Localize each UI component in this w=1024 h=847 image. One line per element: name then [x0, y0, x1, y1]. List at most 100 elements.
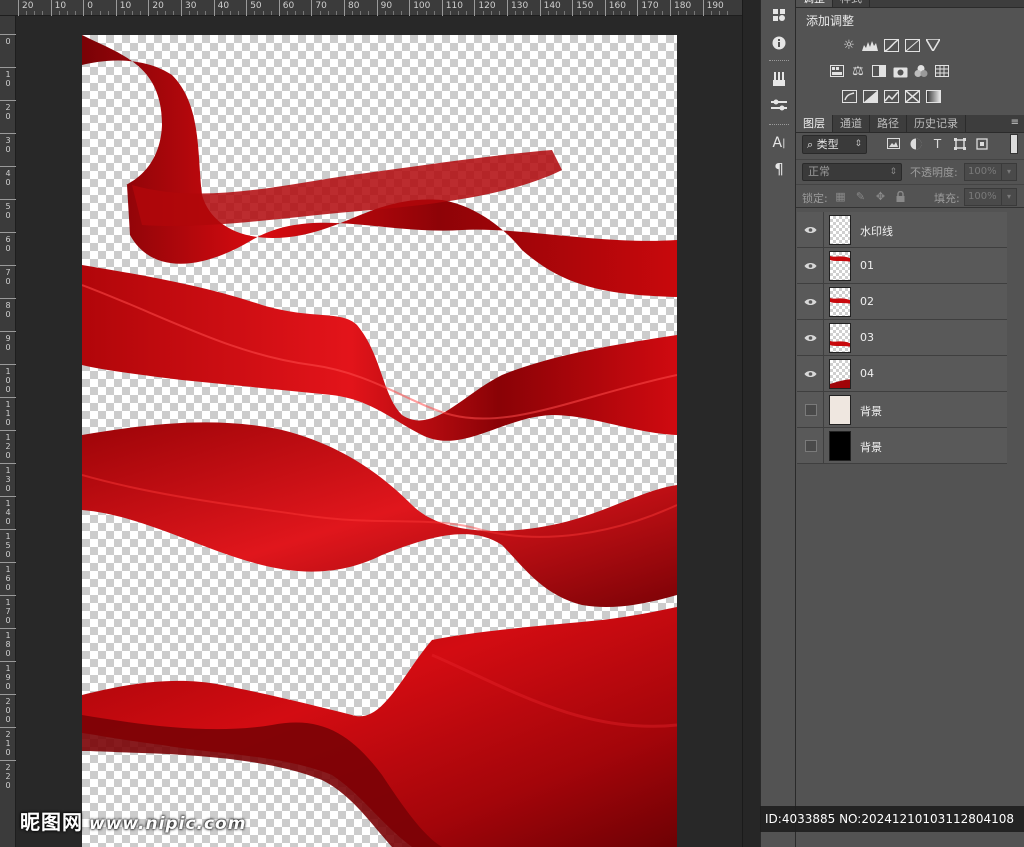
ruler-tick-label: 20: [5, 103, 11, 121]
layer-row[interactable]: 水印线: [797, 212, 1007, 248]
selective-color-icon[interactable]: [903, 87, 921, 105]
swatches-icon[interactable]: [768, 4, 790, 26]
exposure-icon[interactable]: [903, 36, 921, 54]
panel-menu-icon[interactable]: ≡: [1006, 0, 1024, 7]
brush-settings-icon[interactable]: [768, 94, 790, 116]
fill-input[interactable]: 100%: [964, 188, 1002, 206]
lock-all-icon[interactable]: [894, 190, 907, 203]
eye-icon[interactable]: [802, 366, 818, 382]
brush-presets-icon[interactable]: [768, 68, 790, 90]
fill-dropdown-icon[interactable]: ▾: [1001, 188, 1017, 206]
info-icon[interactable]: [768, 32, 790, 54]
dock-grip[interactable]: [769, 124, 789, 127]
tab-history[interactable]: 历史记录: [907, 115, 966, 132]
invert-icon[interactable]: [840, 87, 858, 105]
character-icon[interactable]: A |: [768, 132, 790, 154]
photo-filter-icon[interactable]: [891, 62, 909, 80]
blend-mode-select[interactable]: 正常 ⇕: [802, 163, 902, 181]
ruler-tick: 130: [0, 463, 16, 493]
ruler-minor-tick: [360, 11, 362, 15]
eye-icon[interactable]: [802, 294, 818, 310]
color-lookup-icon[interactable]: [933, 62, 951, 80]
lock-pixels-icon[interactable]: ✎: [854, 190, 867, 203]
horizontal-ruler[interactable]: 20 10 0 10 20 30 40 50 60 70 80 90 100 110 120 130 140 15…: [0, 0, 742, 16]
layer-filter-select[interactable]: ⌕ 类型 ⇕: [802, 135, 867, 154]
curves-icon[interactable]: [882, 36, 900, 54]
ruler-minor-tick: [99, 11, 101, 15]
panel-dock: A | ¶: [760, 0, 796, 847]
black-white-icon[interactable]: [870, 62, 888, 80]
gradient-map-icon[interactable]: [924, 87, 942, 105]
opacity-dropdown-icon[interactable]: ▾: [1001, 163, 1017, 181]
ruler-tick-label: 40: [5, 169, 11, 187]
layer-row[interactable]: 03: [797, 320, 1007, 356]
ruler-minor-tick: [612, 11, 614, 15]
adjustment-layer-filter-icon[interactable]: [908, 136, 923, 151]
shape-layer-filter-icon[interactable]: [952, 136, 967, 151]
tab-styles[interactable]: 样式: [833, 0, 870, 7]
paragraph-icon[interactable]: ¶: [768, 158, 790, 180]
tab-layers[interactable]: 图层: [796, 115, 833, 132]
ruler-tick-label: 190: [706, 1, 724, 11]
posterize-icon[interactable]: [861, 87, 879, 105]
threshold-icon[interactable]: [882, 87, 900, 105]
ruler-minor-tick: [254, 11, 256, 15]
smart-object-filter-icon[interactable]: [974, 136, 989, 151]
layer-row[interactable]: 01: [797, 248, 1007, 284]
layer-divider: [823, 392, 824, 428]
layer-row[interactable]: 背景: [797, 392, 1007, 428]
type-layer-filter-icon[interactable]: T: [930, 136, 945, 151]
pixel-layer-filter-icon[interactable]: [886, 136, 901, 151]
document-workspace[interactable]: [17, 17, 742, 847]
layer-row[interactable]: 02: [797, 284, 1007, 320]
eye-icon[interactable]: [802, 258, 818, 274]
brightness-contrast-icon[interactable]: ☼: [840, 36, 858, 54]
ruler-tick-label: 30: [5, 136, 11, 154]
opacity-input[interactable]: 100%: [964, 163, 1002, 181]
dock-grip[interactable]: [769, 60, 789, 63]
visibility-checkbox[interactable]: [805, 404, 817, 416]
ruler-tick-label: 80: [5, 301, 11, 319]
channel-mixer-icon[interactable]: [912, 62, 930, 80]
eye-icon[interactable]: [802, 222, 818, 238]
tab-adjustments[interactable]: 调整: [796, 0, 833, 7]
layers-panel-menu-icon[interactable]: ≡: [1006, 115, 1024, 132]
ribbon-01: [82, 35, 677, 297]
ruler-minor-tick: [384, 11, 386, 15]
layer-row[interactable]: 背景: [797, 428, 1007, 464]
lock-position-icon[interactable]: ✥: [874, 190, 887, 203]
ruler-minor-tick: [515, 11, 517, 15]
vibrance-icon[interactable]: [924, 36, 942, 54]
ruler-minor-tick: [629, 11, 631, 15]
filter-toggle-switch[interactable]: [1010, 134, 1018, 154]
ruler-tick: 20: [148, 0, 164, 16]
layer-row[interactable]: 04: [797, 356, 1007, 392]
ruler-minor-tick: [238, 11, 240, 15]
vertical-ruler[interactable]: 0 10 20 30 40 50 60 70 80 90 100 110 120 130 140 150 160…: [0, 16, 16, 847]
document-canvas[interactable]: [82, 35, 677, 847]
ruler-tick: 10: [0, 67, 16, 88]
color-balance-icon[interactable]: ⚖: [849, 62, 867, 80]
ruler-tick-label: 210: [5, 730, 11, 757]
ruler-minor-tick: [156, 11, 158, 15]
tab-paths[interactable]: 路径: [870, 115, 907, 132]
ruler-tick: 60: [278, 0, 294, 16]
ruler-minor-tick: [262, 11, 264, 15]
levels-icon[interactable]: [861, 36, 879, 54]
tab-channels[interactable]: 通道: [833, 115, 870, 132]
eye-icon[interactable]: [802, 330, 818, 346]
hue-saturation-icon[interactable]: [828, 62, 846, 80]
ruler-minor-tick: [319, 11, 321, 15]
lock-transparency-icon[interactable]: ▦: [834, 190, 847, 203]
ruler-minor-tick: [401, 11, 403, 15]
ruler-tick: 70: [311, 0, 327, 16]
canvas-scrollbar[interactable]: [742, 0, 760, 847]
layer-name: 04: [860, 367, 874, 380]
ruler-tick: 30: [0, 133, 16, 154]
visibility-checkbox[interactable]: [805, 440, 817, 452]
ruler-minor-tick: [523, 11, 525, 15]
ruler-tick: 40: [213, 0, 229, 16]
ruler-tick-label: 90: [5, 334, 11, 352]
chevron-updown-icon: ⇕: [889, 167, 897, 177]
ruler-tick: 110: [0, 397, 16, 427]
